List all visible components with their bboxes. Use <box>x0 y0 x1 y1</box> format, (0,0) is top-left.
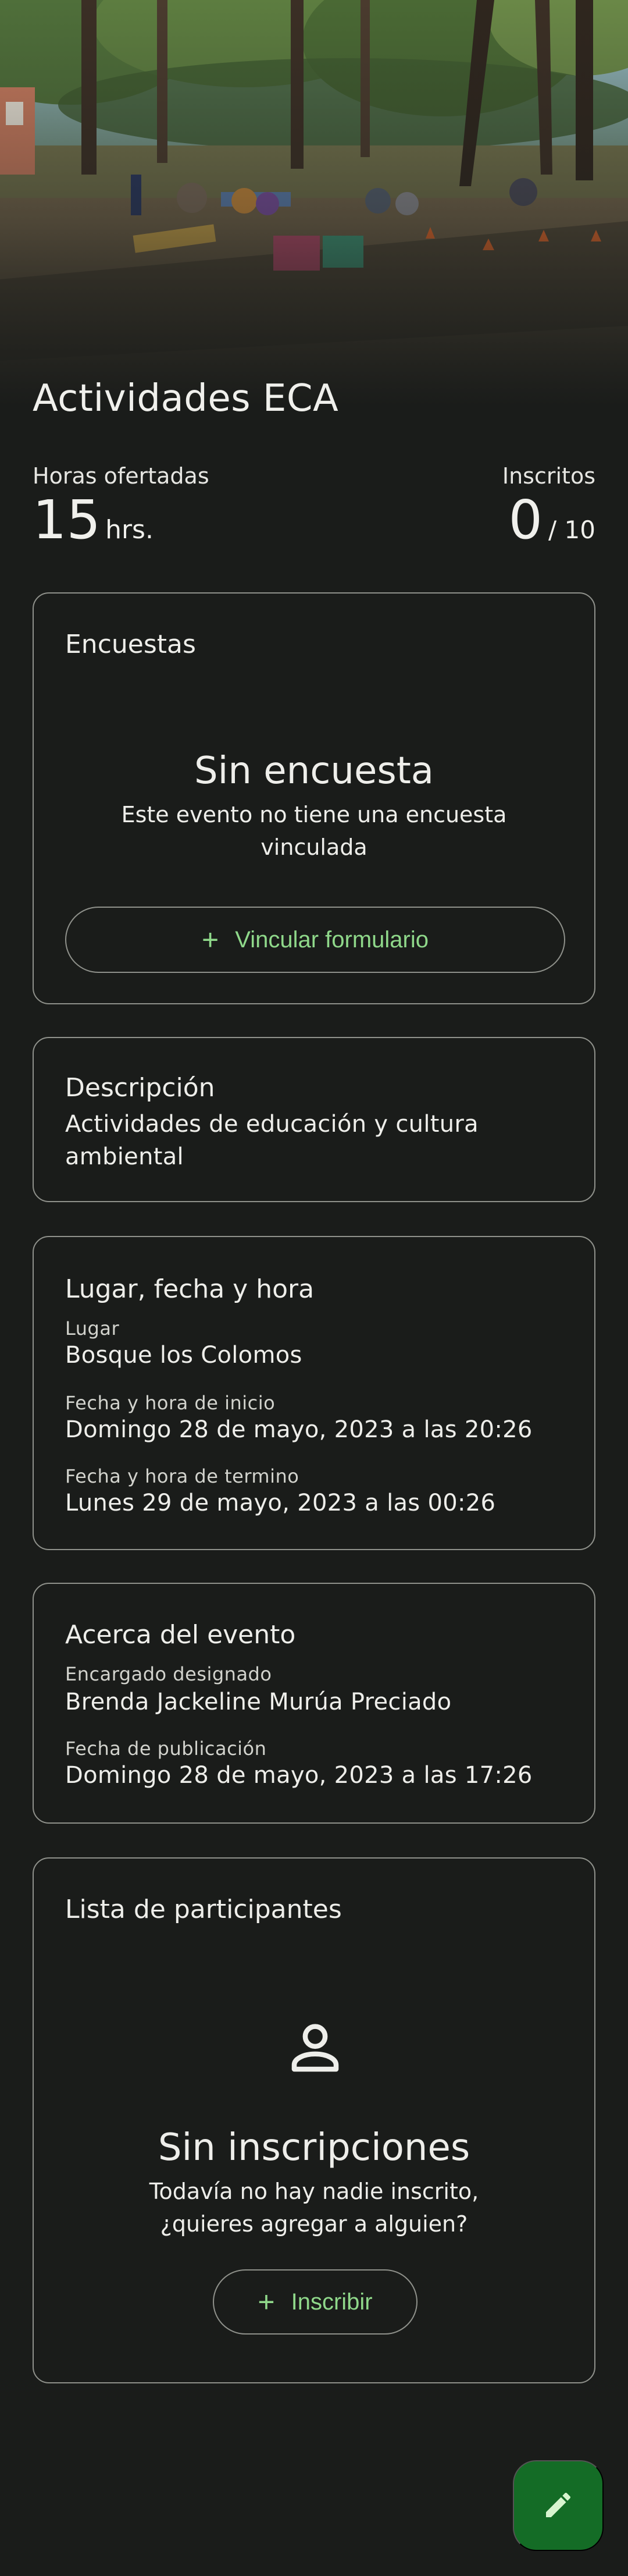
link-form-button[interactable]: + Vincular formulario <box>65 907 565 973</box>
place-time-card: Lugar, fecha y hora Lugar Bosque los Col… <box>33 1236 595 1550</box>
about-title: Acerca del evento <box>65 1620 296 1650</box>
participants-empty-title: Sin inscripciones <box>158 2126 470 2169</box>
enroll-button[interactable]: + Inscribir <box>213 2269 418 2335</box>
surveys-empty-text: Este evento no tiene una encuesta vincul… <box>121 802 507 860</box>
participants-card: Lista de participantes Sin inscripciones… <box>33 1857 595 2383</box>
manager-value: Brenda Jackeline Murúa Preciado <box>65 1689 452 1715</box>
hours-unit: hrs. <box>105 515 154 545</box>
enroll-label: Inscribir <box>291 2289 373 2315</box>
participants-empty-text: Todavía no hay nadie inscrito, ¿quieres … <box>149 2179 479 2237</box>
person-icon <box>284 2017 347 2082</box>
start-value: Domingo 28 de mayo, 2023 a las 20:26 <box>65 1416 533 1443</box>
manager-label: Encargado designado <box>65 1663 272 1685</box>
inscribed-value: 0/ 10 <box>509 493 596 547</box>
event-title: Actividades ECA <box>33 377 339 420</box>
hours-number: 15 <box>33 489 101 551</box>
place-value: Bosque los Colomos <box>65 1342 302 1369</box>
pencil-icon <box>542 2489 575 2523</box>
description-card: Descripción Actividades de educación y c… <box>33 1037 595 1202</box>
surveys-title: Encuestas <box>65 630 196 659</box>
inscribed-capacity: / 10 <box>548 516 595 544</box>
place-label: Lugar <box>65 1317 120 1339</box>
hours-value: 15 hrs. <box>33 493 154 547</box>
surveys-card: Encuestas Sin encuesta Este evento no ti… <box>33 592 595 1004</box>
inscribed-label: Inscritos <box>502 463 595 489</box>
place-time-title: Lugar, fecha y hora <box>65 1274 315 1304</box>
published-label: Fecha de publicación <box>65 1738 267 1760</box>
end-value: Lunes 29 de mayo, 2023 a las 00:26 <box>65 1490 496 1516</box>
surveys-empty-title: Sin encuesta <box>194 749 434 793</box>
published-value: Domingo 28 de mayo, 2023 a las 17:26 <box>65 1762 533 1789</box>
plus-icon: + <box>258 2286 275 2318</box>
plus-icon: + <box>202 923 219 956</box>
description-text: Actividades de educación y cultura ambie… <box>65 1111 479 1170</box>
start-label: Fecha y hora de inicio <box>65 1392 276 1414</box>
hours-label: Horas ofertadas <box>33 463 209 489</box>
participants-title: Lista de participantes <box>65 1895 342 1924</box>
edit-fab-button[interactable] <box>513 2460 604 2551</box>
description-title: Descripción <box>65 1073 215 1103</box>
about-card: Acerca del evento Encargado designado Br… <box>33 1583 595 1824</box>
event-cover-image <box>0 0 628 407</box>
inscribed-number: 0 <box>508 489 543 551</box>
link-form-label: Vincular formulario <box>235 926 429 953</box>
end-label: Fecha y hora de termino <box>65 1465 299 1487</box>
